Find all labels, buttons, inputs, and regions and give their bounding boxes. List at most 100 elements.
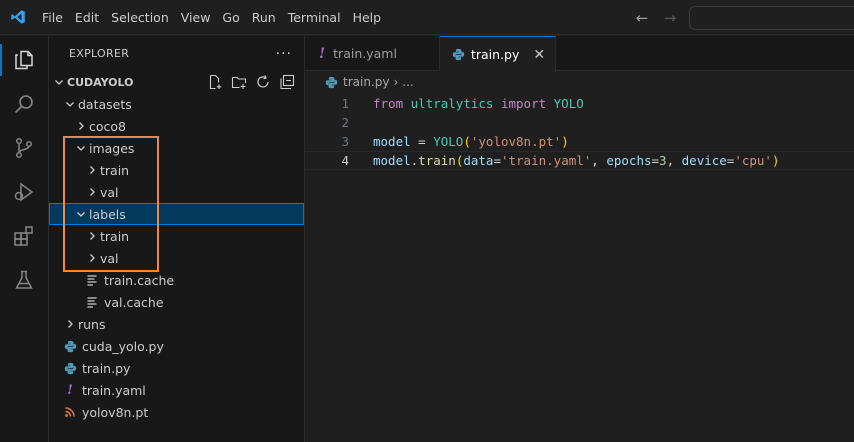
tree-item-label: images [89, 140, 135, 156]
explorer-title: EXPLORER [69, 47, 130, 60]
chevron-right-icon [62, 316, 78, 332]
code-line[interactable]: 2 [305, 113, 854, 132]
tree-item-train[interactable]: train [49, 225, 304, 247]
chevron-down-icon [73, 140, 89, 156]
tree-item-train-cache[interactable]: train.cache [49, 269, 304, 291]
chevron-right-icon [84, 228, 100, 244]
tree-item-label: train [100, 162, 130, 178]
menu-view[interactable]: View [175, 0, 217, 35]
code-text: model = YOLO('yolov8n.pt') [373, 134, 569, 149]
breadcrumb-symbol[interactable]: ... [402, 75, 413, 89]
tree-item-train-py[interactable]: train.py [49, 357, 304, 379]
python-icon [62, 338, 78, 354]
new-folder-icon[interactable] [230, 73, 248, 91]
tree-item-label: labels [89, 206, 126, 222]
tab-train-py[interactable]: train.py ✕ [439, 36, 557, 72]
tree-item-train[interactable]: train [49, 159, 304, 181]
breadcrumb-separator: › [393, 75, 399, 89]
tree-item-label: datasets [78, 96, 132, 112]
python-icon [452, 48, 465, 61]
new-file-icon[interactable] [206, 73, 224, 91]
tree-item-datasets[interactable]: datasets [49, 93, 304, 115]
close-icon[interactable]: ✕ [533, 47, 545, 63]
code-text: from ultralytics import YOLO [373, 96, 584, 111]
search-icon[interactable] [0, 82, 48, 126]
python-icon [325, 76, 338, 89]
go-back-icon[interactable]: ← [632, 9, 652, 27]
tab-label: train.py [470, 47, 520, 62]
menu-terminal[interactable]: Terminal [282, 0, 347, 35]
chevron-down-icon [73, 206, 89, 222]
workspace-root[interactable]: CUDAYOLO [49, 71, 304, 93]
editor-tabs: ! train.yaml train.py ✕ [305, 36, 854, 72]
more-actions-icon[interactable]: ··· [276, 46, 292, 62]
tree-item-val-cache[interactable]: val.cache [49, 291, 304, 313]
menu-go[interactable]: Go [216, 0, 245, 35]
tab-train-yaml[interactable]: ! train.yaml [305, 36, 440, 71]
tree-item-label: coco8 [89, 118, 126, 134]
line-number: 3 [341, 134, 349, 149]
tree-item-yolov8n-pt[interactable]: yolov8n.pt [49, 401, 304, 423]
tree-item-label: yolov8n.pt [82, 404, 149, 420]
explorer-sidebar: EXPLORER ··· CUDAYOLO datasets coco8 image… [49, 36, 305, 442]
menu-run[interactable]: Run [246, 0, 282, 35]
file-lines-icon [84, 294, 100, 310]
menu-file[interactable]: File [36, 0, 69, 35]
tree-item-label: train.py [82, 360, 131, 376]
source-control-icon[interactable] [0, 126, 48, 170]
navigation-controls: ← → [632, 0, 680, 35]
tree-item-cuda-yolo-py[interactable]: cuda_yolo.py [49, 335, 304, 357]
menu-edit[interactable]: Edit [69, 0, 105, 35]
file-tree: datasets coco8 images train val labels train va… [49, 93, 304, 423]
tree-item-runs[interactable]: runs [49, 313, 304, 335]
go-forward-icon[interactable]: → [660, 9, 680, 27]
tree-item-label: val [100, 250, 119, 266]
run-debug-icon[interactable] [0, 170, 48, 214]
explorer-actions [206, 73, 296, 91]
chevron-right-icon [84, 250, 100, 266]
line-number: 2 [341, 115, 349, 130]
breadcrumb: train.py › ... [305, 71, 854, 93]
explorer-icon[interactable] [0, 38, 48, 82]
explorer-header: EXPLORER ··· [49, 36, 304, 71]
tree-item-labels[interactable]: labels [49, 203, 304, 225]
tree-item-label: cuda_yolo.py [82, 338, 164, 354]
tree-item-val[interactable]: val [49, 247, 304, 269]
python-icon [62, 360, 78, 376]
activity-bar [0, 36, 49, 442]
chevron-right-icon [73, 118, 89, 134]
file-lines-icon [84, 272, 100, 288]
chevron-right-icon [84, 162, 100, 178]
tab-label: train.yaml [333, 46, 397, 61]
tree-item-images[interactable]: images [49, 137, 304, 159]
collapse-all-icon[interactable] [278, 73, 296, 91]
tree-item-label: runs [78, 316, 106, 332]
chevron-down-icon [62, 96, 78, 112]
tree-item-coco8[interactable]: coco8 [49, 115, 304, 137]
code-text: model.train(data='train.yaml', epochs=3,… [373, 153, 780, 168]
extensions-icon[interactable] [0, 214, 48, 258]
menu-bar: File Edit Selection View Go Run Terminal Help [36, 0, 387, 35]
code-line[interactable]: 1 from ultralytics import YOLO [305, 94, 854, 113]
tree-item-label: train [100, 228, 130, 244]
line-number: 4 [341, 153, 349, 168]
tree-item-val[interactable]: val [49, 181, 304, 203]
code-line[interactable]: 3 model = YOLO('yolov8n.pt') [305, 132, 854, 151]
vscode-logo-icon [0, 0, 36, 35]
refresh-icon[interactable] [254, 73, 272, 91]
breadcrumb-file[interactable]: train.py [343, 75, 389, 89]
menu-help[interactable]: Help [347, 0, 388, 35]
tree-item-train-yaml[interactable]: ! train.yaml [49, 379, 304, 401]
menu-selection[interactable]: Selection [105, 0, 175, 35]
line-number: 1 [341, 96, 349, 111]
yaml-icon: ! [67, 382, 73, 398]
editor-area: ! train.yaml train.py ✕ train.py › ... 1 fro… [305, 36, 854, 442]
tree-item-label: val [100, 184, 119, 200]
code-editor[interactable]: 1 from ultralytics import YOLO 2 3 model = Y… [305, 94, 854, 170]
testing-flask-icon[interactable] [0, 258, 48, 302]
command-center-search[interactable] [689, 6, 854, 30]
tree-item-label: train.cache [104, 272, 175, 288]
chevron-right-icon [84, 184, 100, 200]
tree-item-label: train.yaml [82, 382, 146, 398]
code-line[interactable]: 4 model.train(data='train.yaml', epochs=3… [305, 151, 854, 170]
